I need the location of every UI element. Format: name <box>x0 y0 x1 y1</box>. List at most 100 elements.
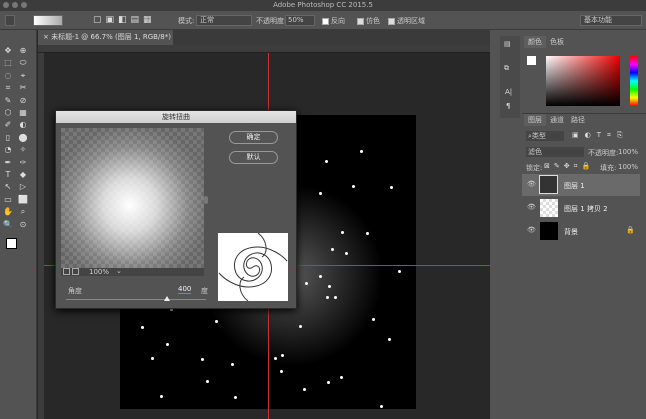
checked-icon <box>357 17 364 25</box>
tool-button[interactable]: ✋ <box>3 207 13 217</box>
tool-button[interactable]: T <box>3 170 13 180</box>
reverse-checkbox[interactable]: 反向 <box>322 16 345 26</box>
zoom-in-button[interactable] <box>72 268 79 275</box>
tool-button[interactable]: ✂ <box>18 83 28 93</box>
transparency-checkbox[interactable]: 透明区域 <box>388 16 425 26</box>
dither-checkbox[interactable]: 仿色 <box>357 16 380 26</box>
eye-icon[interactable]: 👁 <box>527 226 536 234</box>
tool-button[interactable]: ⊘ <box>18 96 28 106</box>
history-icon[interactable]: ▤ <box>504 40 511 48</box>
tool-button[interactable]: ◆ <box>18 170 28 180</box>
star-dot <box>281 354 284 357</box>
eye-icon[interactable]: 👁 <box>527 180 536 188</box>
tool-button[interactable]: ⬭ <box>18 58 28 68</box>
tool-button[interactable]: ◔ <box>3 145 13 155</box>
tool-button[interactable]: ↖ <box>3 182 13 192</box>
color-field[interactable] <box>546 56 620 106</box>
tool-button[interactable]: ✥ <box>3 46 13 56</box>
zoom-menu-icon[interactable]: ⌄ <box>116 267 122 275</box>
tab-channels[interactable]: 通道 <box>546 114 568 126</box>
mode-label: 模式: <box>178 17 195 25</box>
tool-button[interactable]: ◐ <box>18 120 28 130</box>
tab-label: 色板 <box>550 38 564 46</box>
tab-swatches[interactable]: 色板 <box>546 36 568 48</box>
tool-button[interactable]: ✐ <box>3 120 13 130</box>
tool-button[interactable]: 🔍 <box>3 220 13 230</box>
tool-button[interactable]: ◌ <box>3 71 13 81</box>
default-button[interactable]: 默认 <box>229 151 278 164</box>
tool-button[interactable]: ▷ <box>18 182 28 192</box>
minimize-window-button[interactable] <box>12 2 18 8</box>
star-dot <box>340 376 343 379</box>
tool-button[interactable]: ✑ <box>18 158 28 168</box>
gradient-picker[interactable] <box>33 15 63 26</box>
options-bar: ▢▣◧▤▦ 模式: 正常 不透明度: 50% 反向 仿色 透明区域 基本功能 <box>0 11 646 30</box>
tab-color[interactable]: 颜色 <box>524 36 546 48</box>
star-dot <box>305 282 308 285</box>
angle-slider-thumb[interactable] <box>163 296 170 301</box>
close-window-button[interactable] <box>3 2 9 8</box>
angle-input[interactable]: 400 <box>178 285 192 294</box>
tool-preset-button[interactable] <box>5 15 15 26</box>
tool-button[interactable]: ⬡ <box>3 108 13 118</box>
opacity-label: 不透明度: <box>256 17 287 25</box>
workspace-value: 基本功能 <box>584 16 612 24</box>
angle-slider-track[interactable] <box>66 299 206 300</box>
tool-button[interactable]: ⊙ <box>18 220 28 230</box>
star-dot <box>345 252 348 255</box>
layer-row[interactable]: 👁 背景 🔒 <box>522 220 640 242</box>
tool-button[interactable]: ▭ <box>3 195 13 205</box>
paragraph-icon[interactable]: ¶ <box>506 102 510 110</box>
properties-icon[interactable]: ⧉ <box>504 64 509 73</box>
dither-label: 仿色 <box>366 17 380 25</box>
app-title: Adobe Photoshop CC 2015.5 <box>273 1 373 9</box>
tool-button[interactable]: ⌕ <box>18 207 28 217</box>
opacity-input[interactable]: 50% <box>285 15 315 26</box>
eye-icon[interactable]: 👁 <box>527 203 536 211</box>
document-tab[interactable]: × 未标题-1 @ 66.7% (图层 1, RGB/8*) * <box>38 30 173 56</box>
zoom-window-button[interactable] <box>21 2 27 8</box>
star-dot <box>327 381 330 384</box>
star-dot <box>151 357 154 360</box>
layer-row[interactable]: 👁 图层 1 <box>522 174 640 196</box>
tool-button[interactable]: ⊕ <box>18 46 28 56</box>
filter-icons[interactable]: ▣◐T⌗⎘ <box>572 131 629 140</box>
hue-slider[interactable] <box>630 56 638 106</box>
title-bar: Adobe Photoshop CC 2015.5 <box>0 0 646 11</box>
angle-label: 角度 <box>68 287 82 295</box>
fill-input[interactable]: 100% <box>618 163 638 171</box>
tab-layers[interactable]: 图层 <box>524 114 546 126</box>
foreground-color-swatch[interactable] <box>527 56 536 65</box>
tab-paths[interactable]: 路径 <box>567 114 589 126</box>
blend-mode-value: 滤色 <box>528 148 542 156</box>
zoom-out-button[interactable] <box>63 268 70 275</box>
tool-button[interactable]: ⬚ <box>3 58 13 68</box>
tool-button[interactable]: ⬜ <box>18 195 28 205</box>
ok-button[interactable]: 确定 <box>229 131 278 144</box>
workspace-select[interactable]: 基本功能 <box>580 15 642 26</box>
mode-select[interactable]: 正常 <box>196 15 252 26</box>
tool-button[interactable]: ▦ <box>18 108 28 118</box>
tool-button[interactable]: ⌗ <box>3 83 13 93</box>
tool-button[interactable]: ✒ <box>3 158 13 168</box>
star-dot <box>319 275 322 278</box>
tool-button[interactable]: ✧ <box>18 145 28 155</box>
layer-filter-select[interactable]: ⌕类型 <box>526 131 564 141</box>
layer-row[interactable]: 👁 图层 1 拷贝 2 <box>522 197 640 219</box>
tool-button[interactable]: ⬤ <box>18 133 28 143</box>
close-tab-icon[interactable]: × <box>43 33 51 41</box>
filter-preview[interactable] <box>61 128 204 268</box>
layer-name: 图层 1 <box>564 182 585 190</box>
foreground-color-swatch[interactable] <box>6 238 17 249</box>
tool-button[interactable]: ⌖ <box>18 71 28 81</box>
tool-button[interactable]: ▯ <box>3 133 13 143</box>
character-icon[interactable]: A| <box>505 88 512 96</box>
lock-icons[interactable]: ⊠✎✥⌗🔒 <box>544 162 594 171</box>
tool-button[interactable]: ✎ <box>3 96 13 106</box>
tab-label: 图层 <box>528 116 542 124</box>
layer-opacity-input[interactable]: 100% <box>618 148 638 156</box>
angle-unit: 度 <box>201 287 208 295</box>
gradient-type-buttons[interactable]: ▢▣◧▤▦ <box>93 15 156 25</box>
preview-scrollbar[interactable] <box>204 196 208 204</box>
blend-mode-select[interactable]: 滤色 <box>526 147 584 157</box>
